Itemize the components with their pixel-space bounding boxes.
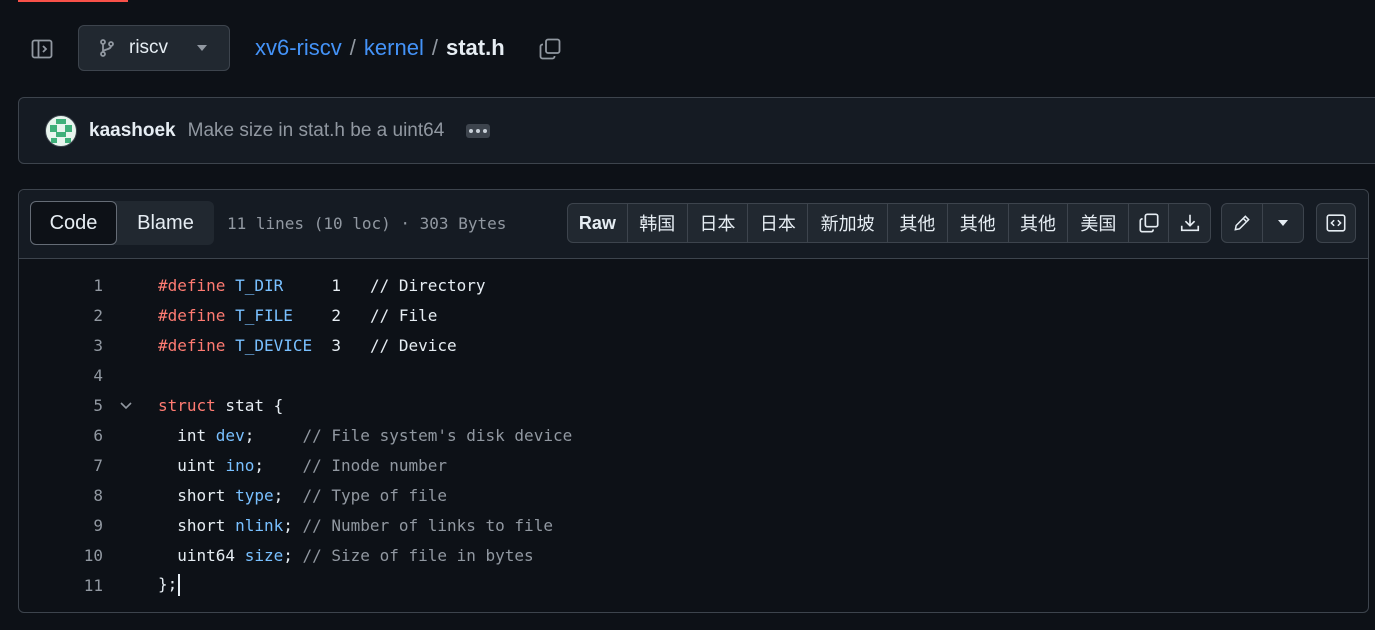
line-content: uint ino; // Inode number bbox=[158, 455, 448, 475]
action-button-1[interactable]: 韩国 bbox=[628, 204, 688, 242]
action-button-4[interactable]: 新加坡 bbox=[808, 204, 888, 242]
breadcrumb-separator: / bbox=[431, 35, 438, 60]
line-number[interactable]: 3 bbox=[19, 336, 103, 355]
raw-button[interactable]: Raw bbox=[568, 204, 628, 242]
view-mode-toggle: Code Blame bbox=[30, 201, 214, 245]
file-toolbar: Code Blame 11 lines (10 loc) · 303 Bytes… bbox=[19, 190, 1368, 259]
code-line: 7 uint ino; // Inode number bbox=[19, 450, 1368, 480]
action-button-6[interactable]: 其他 bbox=[948, 204, 1009, 242]
line-number[interactable]: 7 bbox=[19, 456, 103, 475]
code-line: 4 bbox=[19, 360, 1368, 390]
breadcrumb-separator: / bbox=[349, 35, 356, 60]
kebab-dots-icon[interactable] bbox=[466, 123, 491, 138]
code-line: 6 int dev; // File system's disk device bbox=[19, 420, 1368, 450]
commit-message[interactable]: Make size in stat.h be a uint64 bbox=[188, 120, 445, 142]
action-button-2[interactable]: 日本 bbox=[688, 204, 749, 242]
line-number[interactable]: 6 bbox=[19, 426, 103, 445]
symbols-panel-group bbox=[1316, 203, 1356, 243]
file-meta: 11 lines (10 loc) · 303 Bytes bbox=[227, 214, 507, 233]
line-number[interactable]: 5 bbox=[19, 396, 103, 415]
code-line: 11 }; bbox=[19, 570, 1368, 600]
code-line: 1 #define T_DIR 1 // Directory bbox=[19, 270, 1368, 300]
latest-commit-bar: kaashoek Make size in stat.h be a uint64 bbox=[18, 97, 1375, 164]
top-accent-bar bbox=[18, 0, 128, 2]
branch-selector-button[interactable]: riscv bbox=[78, 25, 230, 71]
commit-author[interactable]: kaashoek bbox=[89, 120, 176, 142]
action-button-3[interactable]: 日本 bbox=[748, 204, 809, 242]
chevron-down-icon[interactable] bbox=[119, 398, 133, 417]
code-line: 3 #define T_DEVICE 3 // Device bbox=[19, 330, 1368, 360]
line-number[interactable]: 4 bbox=[19, 366, 103, 385]
copy-icon[interactable] bbox=[1129, 204, 1170, 242]
line-content: #define T_DEVICE 3 // Device bbox=[158, 335, 457, 355]
code-line: 2 #define T_FILE 2 // File bbox=[19, 300, 1368, 330]
raw-actions-group: Raw 韩国 日本 日本 新加坡 其他 其他 其他 美国 bbox=[567, 203, 1211, 243]
breadcrumb-repo-link[interactable]: xv6-riscv bbox=[255, 35, 342, 61]
code-line: 5 struct stat { bbox=[19, 390, 1368, 420]
copy-icon[interactable] bbox=[538, 37, 562, 61]
line-number[interactable]: 2 bbox=[19, 306, 103, 325]
line-content: struct stat { bbox=[158, 395, 284, 415]
line-content: uint64 size; // Size of file in bytes bbox=[158, 545, 534, 565]
breadcrumb-file-name: stat.h bbox=[445, 35, 505, 60]
line-content: }; bbox=[158, 574, 181, 596]
breadcrumb: xv6-riscv / kernel / stat.h bbox=[255, 35, 505, 61]
line-number[interactable]: 8 bbox=[19, 486, 103, 505]
chevron-down-icon bbox=[197, 45, 207, 51]
pencil-icon[interactable] bbox=[1222, 204, 1263, 242]
line-content: short nlink; // Number of links to file bbox=[158, 515, 553, 535]
download-icon[interactable] bbox=[1169, 204, 1210, 242]
line-content: #define T_DIR 1 // Directory bbox=[158, 275, 486, 295]
code-line: 10 uint64 size; // Size of file in bytes bbox=[19, 540, 1368, 570]
line-number[interactable]: 11 bbox=[19, 576, 103, 595]
action-button-7[interactable]: 其他 bbox=[1009, 204, 1069, 242]
action-button-5[interactable]: 其他 bbox=[888, 204, 948, 242]
breadcrumb-dir-link[interactable]: kernel bbox=[364, 35, 424, 61]
action-button-8[interactable]: 美国 bbox=[1068, 204, 1130, 242]
avatar[interactable] bbox=[45, 114, 77, 147]
line-number[interactable]: 1 bbox=[19, 276, 103, 295]
chevron-down-icon[interactable] bbox=[1263, 204, 1303, 242]
line-content: int dev; // File system's disk device bbox=[158, 425, 573, 445]
edit-actions-group bbox=[1221, 203, 1304, 243]
line-number[interactable]: 9 bbox=[19, 516, 103, 535]
branch-name: riscv bbox=[129, 37, 169, 58]
file-header: riscv xv6-riscv / kernel / stat.h bbox=[0, 25, 1375, 73]
code-line: 9 short nlink; // Number of links to fil… bbox=[19, 510, 1368, 540]
code-line: 8 short type; // Type of file bbox=[19, 480, 1368, 510]
line-content: short type; // Type of file bbox=[158, 485, 447, 505]
file-viewer: Code Blame 11 lines (10 loc) · 303 Bytes… bbox=[18, 189, 1369, 613]
sidebar-toggle-icon[interactable] bbox=[30, 37, 54, 61]
code-view[interactable]: 1 #define T_DIR 1 // Directory 2 #define… bbox=[19, 270, 1368, 600]
tab-blame[interactable]: Blame bbox=[117, 201, 214, 245]
tab-code[interactable]: Code bbox=[30, 201, 117, 245]
text-cursor bbox=[178, 574, 181, 596]
git-branch-icon bbox=[97, 38, 117, 58]
line-number[interactable]: 10 bbox=[19, 546, 103, 565]
line-content: #define T_FILE 2 // File bbox=[158, 305, 438, 325]
code-square-icon[interactable] bbox=[1317, 204, 1355, 242]
